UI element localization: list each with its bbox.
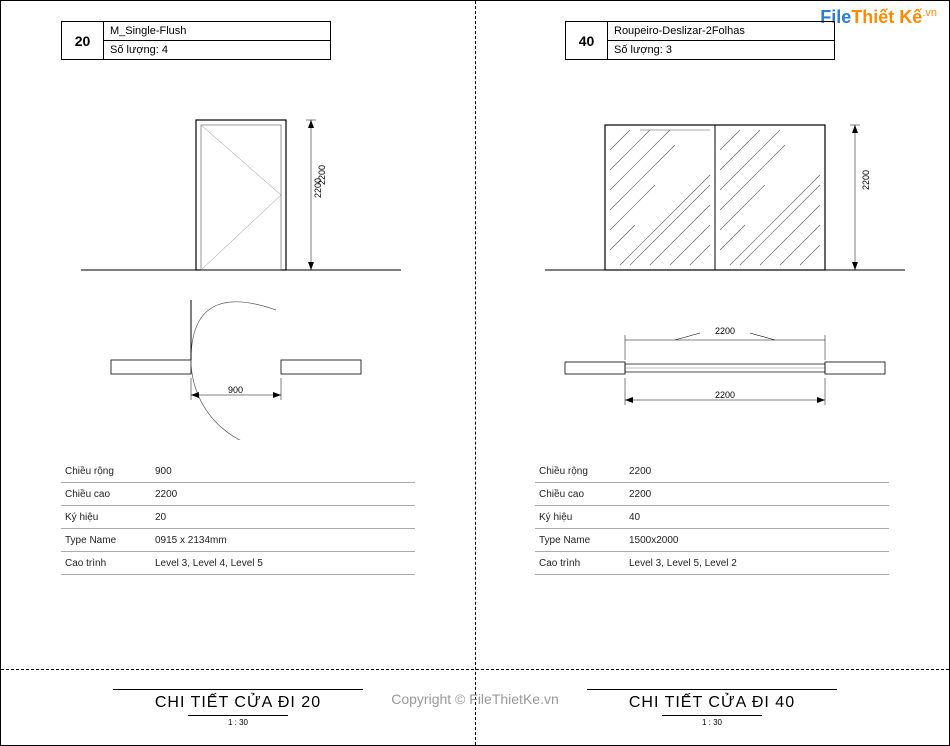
- spec-label: Type Name: [65, 535, 155, 546]
- spec-value: 1500x2000: [629, 535, 889, 546]
- item-name: Roupeiro-Deslizar-2Folhas: [608, 22, 834, 40]
- spec-table-left: Chiều rộng900 Chiều cao2200 Ký hiệu20 Ty…: [61, 460, 415, 575]
- plan-drawing-right: 2200 2200: [505, 300, 919, 440]
- qty-label: Số lượng:: [614, 44, 663, 56]
- footer-title-left: CHI TIẾT CỬA ĐI 20: [1, 694, 475, 712]
- spec-value: 2200: [155, 489, 415, 500]
- spec-label: Chiều rộng: [539, 466, 629, 477]
- elevation-drawing-right: 2200: [505, 70, 919, 300]
- spec-value: Level 3, Level 5, Level 2: [629, 558, 889, 569]
- qty-value: 4: [162, 44, 168, 56]
- spec-row: Chiều rộng2200: [535, 460, 889, 483]
- drawing-sheet: FileThiết Kế.vn 20 M_Single-Flush Số lượ…: [0, 0, 950, 746]
- spec-value: 2200: [629, 466, 889, 477]
- spec-row: Cao trìnhLevel 3, Level 4, Level 5: [61, 552, 415, 575]
- footer-left: CHI TIẾT CỬA ĐI 20 1 : 30: [1, 689, 475, 730]
- spec-row: Ký hiệu40: [535, 506, 889, 529]
- spec-table-right: Chiều rộng2200 Chiều cao2200 Ký hiệu40 T…: [535, 460, 889, 575]
- spec-row: Chiều cao2200: [61, 483, 415, 506]
- qty-label: Số lượng:: [110, 44, 159, 56]
- title-block-right: 40 Roupeiro-Deslizar-2Folhas Số lượng: 3: [565, 21, 835, 60]
- spec-label: Chiều cao: [539, 489, 629, 500]
- item-qty-row: Số lượng: 4: [104, 40, 330, 59]
- footer-right: CHI TIẾT CỬA ĐI 40 1 : 30: [475, 689, 949, 730]
- spec-value: 900: [155, 466, 415, 477]
- spec-label: Cao trình: [65, 558, 155, 569]
- dim-width-top-right: 2200: [715, 326, 735, 336]
- spec-value: 0915 x 2134mm: [155, 535, 415, 546]
- dim-height-text-left: 2200: [317, 165, 327, 185]
- item-qty-row: Số lượng: 3: [608, 40, 834, 59]
- footer-scale-right: 1 : 30: [662, 715, 762, 727]
- spec-label: Cao trình: [539, 558, 629, 569]
- spec-label: Chiều cao: [65, 489, 155, 500]
- item-number: 20: [62, 22, 104, 59]
- spec-value: Level 3, Level 4, Level 5: [155, 558, 415, 569]
- spec-row: Ký hiệu20: [61, 506, 415, 529]
- spec-row: Cao trìnhLevel 3, Level 5, Level 2: [535, 552, 889, 575]
- title-block-left: 20 M_Single-Flush Số lượng: 4: [61, 21, 331, 60]
- footer-title-right: CHI TIẾT CỬA ĐI 40: [475, 694, 949, 712]
- left-panel: 20 M_Single-Flush Số lượng: 4: [1, 1, 475, 745]
- right-panel: 40 Roupeiro-Deslizar-2Folhas Số lượng: 3: [475, 1, 949, 745]
- spec-label: Ký hiệu: [65, 512, 155, 523]
- spec-row: Type Name0915 x 2134mm: [61, 529, 415, 552]
- spec-value: 20: [155, 512, 415, 523]
- dim-width-text-left: 900: [228, 385, 243, 395]
- spec-value: 2200: [629, 489, 889, 500]
- dim-width-bottom-right: 2200: [715, 390, 735, 400]
- plan-drawing-left: 900: [31, 300, 445, 440]
- spec-value: 40: [629, 512, 889, 523]
- footer-scale-left: 1 : 30: [188, 715, 288, 727]
- spec-label: Chiều rộng: [65, 466, 155, 477]
- spec-row: Chiều cao2200: [535, 483, 889, 506]
- dim-height-text-right: 2200: [861, 170, 871, 190]
- spec-row: Type Name1500x2000: [535, 529, 889, 552]
- qty-value: 3: [666, 44, 672, 56]
- spec-label: Type Name: [539, 535, 629, 546]
- spec-label: Ký hiệu: [539, 512, 629, 523]
- spec-row: Chiều rộng900: [61, 460, 415, 483]
- elevation-drawing-left: 2200 2200: [31, 70, 445, 300]
- item-number: 40: [566, 22, 608, 59]
- item-name: M_Single-Flush: [104, 22, 330, 40]
